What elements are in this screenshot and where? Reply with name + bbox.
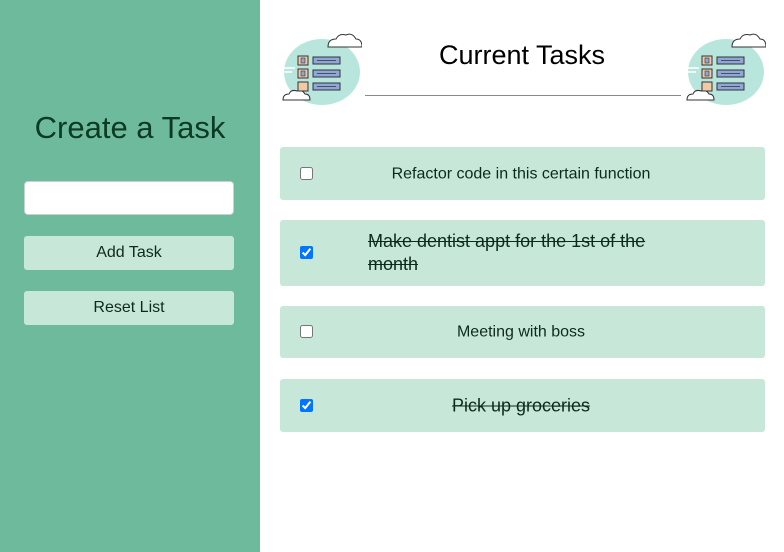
task-checkbox[interactable]	[300, 325, 313, 338]
task-label: Pick up groceries	[451, 395, 591, 415]
reset-list-button[interactable]: Reset List	[24, 291, 234, 325]
title-divider	[365, 95, 681, 96]
main-panel: Current Tasks Refactor code in this cert…	[260, 0, 784, 552]
sidebar-title: Create a Task	[34, 110, 226, 145]
sidebar: Create a Task Add Task Reset List	[0, 0, 260, 552]
add-task-button[interactable]: Add Task	[24, 236, 234, 270]
app-root: Create a Task Add Task Reset List Curren…	[0, 0, 784, 552]
task-label: Meeting with boss	[456, 323, 586, 341]
task-item: Meeting with boss	[280, 306, 765, 358]
task-item: Make dentist appt for the 1st of the mon…	[280, 220, 765, 286]
task-checkbox[interactable]	[300, 398, 313, 412]
task-list-cloud-icon	[685, 33, 766, 105]
task-label: Make dentist appt for the 1st of the mon…	[368, 231, 646, 274]
task-label: Refactor code in this certain function	[391, 165, 651, 182]
task-checkbox[interactable]	[300, 166, 313, 180]
task-checkbox[interactable]	[300, 246, 313, 259]
task-item: Pick up groceries	[280, 379, 765, 432]
task-input[interactable]	[24, 181, 234, 215]
task-item: Refactor code in this certain function	[280, 147, 765, 200]
